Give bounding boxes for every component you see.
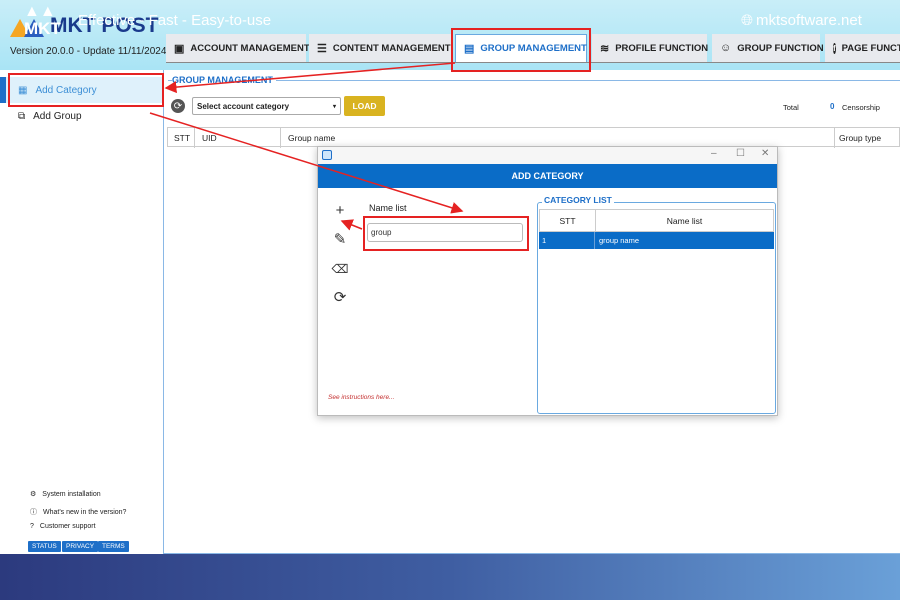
- status-button[interactable]: STATUS: [28, 541, 61, 552]
- sidebar: [0, 70, 163, 554]
- reload-button[interactable]: ⟳: [331, 288, 349, 306]
- select-value: Select account category: [197, 101, 290, 111]
- censorship-label: Censorship: [842, 103, 880, 112]
- list-icon: ☰: [317, 42, 327, 55]
- tab-group-function[interactable]: ☺ GROUP FUNCTION: [712, 34, 824, 62]
- tab-page-function[interactable]: f PAGE FUNCTION: [825, 34, 900, 62]
- tab-account-management[interactable]: ▣ ACCOUNT MANAGEMENT: [166, 34, 310, 62]
- refresh-button[interactable]: ⟳: [171, 99, 185, 113]
- pencil-icon: ✎: [333, 231, 347, 248]
- info-icon: ⓘ: [30, 509, 37, 516]
- section-border: [168, 80, 900, 81]
- tab-content-management[interactable]: ☰ CONTENT MANAGEMENT: [309, 34, 452, 62]
- category-table-header: STT Name list: [539, 209, 774, 232]
- people-icon: ☺: [720, 42, 732, 54]
- website: 🌐︎ mktsoftware.net: [741, 12, 862, 29]
- refresh-icon: ⟳: [173, 100, 183, 112]
- column-header-name-list[interactable]: Name list: [596, 210, 773, 231]
- tab-label: CONTENT MANAGEMENT: [332, 42, 451, 54]
- tab-label: PROFILE FUNCTION: [615, 42, 709, 54]
- add-group-icon: ⧉: [18, 110, 26, 122]
- column-divider: [194, 128, 195, 148]
- section-title: GROUP MANAGEMENT: [172, 75, 276, 85]
- annotation-box: [451, 28, 591, 72]
- add-category-dialog: – ☐ ✕ ADD CATEGORY + ✎ ⌫ ⟳ Name list See…: [317, 146, 778, 416]
- link-label: What's new in the version?: [43, 508, 127, 516]
- column-header-uid[interactable]: UID: [202, 133, 217, 143]
- tab-profile-function[interactable]: ≋ PROFILE FUNCTION: [592, 34, 709, 62]
- load-button[interactable]: LOAD: [344, 96, 385, 116]
- terms-button[interactable]: TERMS: [98, 541, 129, 552]
- category-table: STT Name list 1 group name: [539, 209, 774, 249]
- column-divider: [280, 128, 281, 148]
- profile-stripes-icon: ≋: [600, 42, 610, 55]
- category-list-title: CATEGORY LIST: [542, 195, 614, 205]
- system-installation-link[interactable]: ⚙ System installation: [30, 490, 101, 499]
- edit-button[interactable]: ✎: [331, 230, 349, 248]
- globe-icon: 🌐︎: [741, 12, 754, 29]
- tab-label: PAGE FUNCTION: [841, 42, 900, 54]
- whats-new-link[interactable]: ⓘ What's new in the version?: [30, 507, 126, 517]
- column-header-group-type[interactable]: Group type: [839, 133, 881, 143]
- facebook-icon: f: [833, 42, 836, 54]
- footer-logo-text: MKT: [24, 19, 61, 38]
- chevron-down-icon: ▾: [332, 103, 336, 110]
- tab-label: GROUP FUNCTION: [737, 42, 824, 54]
- gear-icon: ⚙: [30, 491, 37, 498]
- tagline: Effective - Fast - Easy-to-use: [78, 12, 272, 29]
- total-label: Total: [783, 103, 799, 112]
- logo-mark-icon: ▲▲: [24, 3, 56, 20]
- column-header-stt[interactable]: STT: [540, 210, 596, 231]
- row-name: group name: [599, 236, 640, 245]
- promo-footer: [0, 554, 900, 600]
- maximize-button[interactable]: ☐: [736, 148, 745, 159]
- close-button[interactable]: ✕: [761, 148, 769, 159]
- column-header-stt[interactable]: STT: [174, 133, 190, 143]
- total-value: 0: [830, 102, 835, 111]
- name-list-label: Name list: [369, 203, 407, 213]
- minimize-button[interactable]: –: [711, 148, 717, 159]
- version-text: Version 20.0.0 - Update 11/11/2024: [10, 46, 167, 57]
- row-stt: 1: [539, 232, 595, 249]
- account-card-icon: ▣: [174, 42, 185, 55]
- add-button[interactable]: +: [331, 201, 349, 219]
- app-icon: [322, 150, 332, 160]
- annotation-box: [8, 73, 164, 107]
- refresh-icon: ⟳: [333, 289, 347, 306]
- backspace-icon: ⌫: [331, 262, 349, 276]
- account-category-select[interactable]: Select account category ▾: [192, 97, 341, 115]
- link-label: System installation: [42, 490, 101, 498]
- help-icon: ?: [30, 523, 34, 530]
- column-divider: [834, 128, 835, 148]
- plus-icon: +: [335, 201, 345, 219]
- privacy-button[interactable]: PRIVACY: [62, 541, 99, 552]
- link-label: Customer support: [39, 523, 96, 530]
- dialog-header: ADD CATEGORY: [318, 164, 777, 188]
- group-table-header: STT UID Group name Group type: [167, 127, 900, 148]
- customer-support-link[interactable]: ? Customer support: [30, 523, 96, 530]
- tab-label: ACCOUNT MANAGEMENT: [190, 42, 310, 54]
- annotation-box: [363, 216, 529, 251]
- delete-button[interactable]: ⌫: [331, 260, 349, 278]
- instructions-link[interactable]: See instructions here...: [328, 394, 394, 401]
- dialog-titlebar: [318, 147, 777, 164]
- table-row[interactable]: 1 group name: [539, 232, 774, 249]
- footer-logo: ▲▲ MKT: [24, 3, 61, 38]
- website-text: mktsoftware.net: [756, 12, 862, 29]
- sidebar-item-label: Add Group: [33, 110, 82, 122]
- column-header-group-name[interactable]: Group name: [288, 133, 335, 143]
